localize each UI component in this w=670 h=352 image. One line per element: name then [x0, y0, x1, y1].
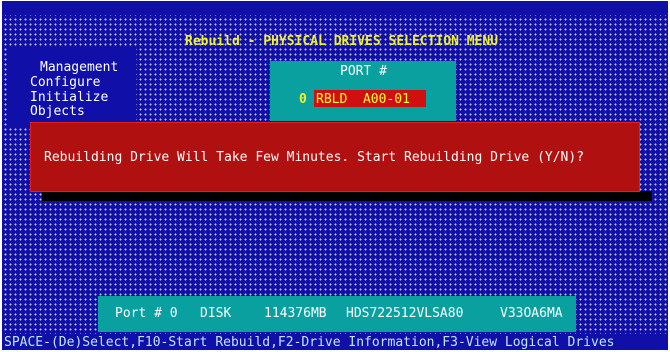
bios-screen: Rebuild - PHYSICAL DRIVES SELECTION MENU… [2, 1, 668, 350]
confirm-message[interactable]: Rebuilding Drive Will Take Few Minutes. … [44, 151, 584, 164]
menu-item-objects[interactable]: Objects [30, 105, 85, 118]
status-bar-text: SPACE-(De)Select,F10-Start Rebuild,F2-Dr… [4, 335, 615, 350]
device-model: HDS722512VLSA80 [346, 306, 464, 321]
menu-item-initialize[interactable]: Initialize [30, 91, 108, 104]
device-size: 114376MB [264, 306, 327, 321]
top-band [2, 1, 668, 15]
menu-title: Rebuild - PHYSICAL DRIVES SELECTION MENU [185, 34, 499, 49]
menu-item-management[interactable]: Management [40, 61, 118, 74]
drive-entry[interactable]: RBLD A00-01 [316, 93, 410, 106]
device-firmware: V33OA6MA [500, 306, 563, 321]
port-index: 0 [299, 92, 307, 107]
dialog-shadow [42, 191, 652, 201]
menu-item-configure[interactable]: Configure [30, 76, 100, 89]
device-type: DISK [200, 306, 232, 321]
device-port: Port # 0 [115, 306, 178, 321]
port-header: PORT # [340, 64, 387, 79]
